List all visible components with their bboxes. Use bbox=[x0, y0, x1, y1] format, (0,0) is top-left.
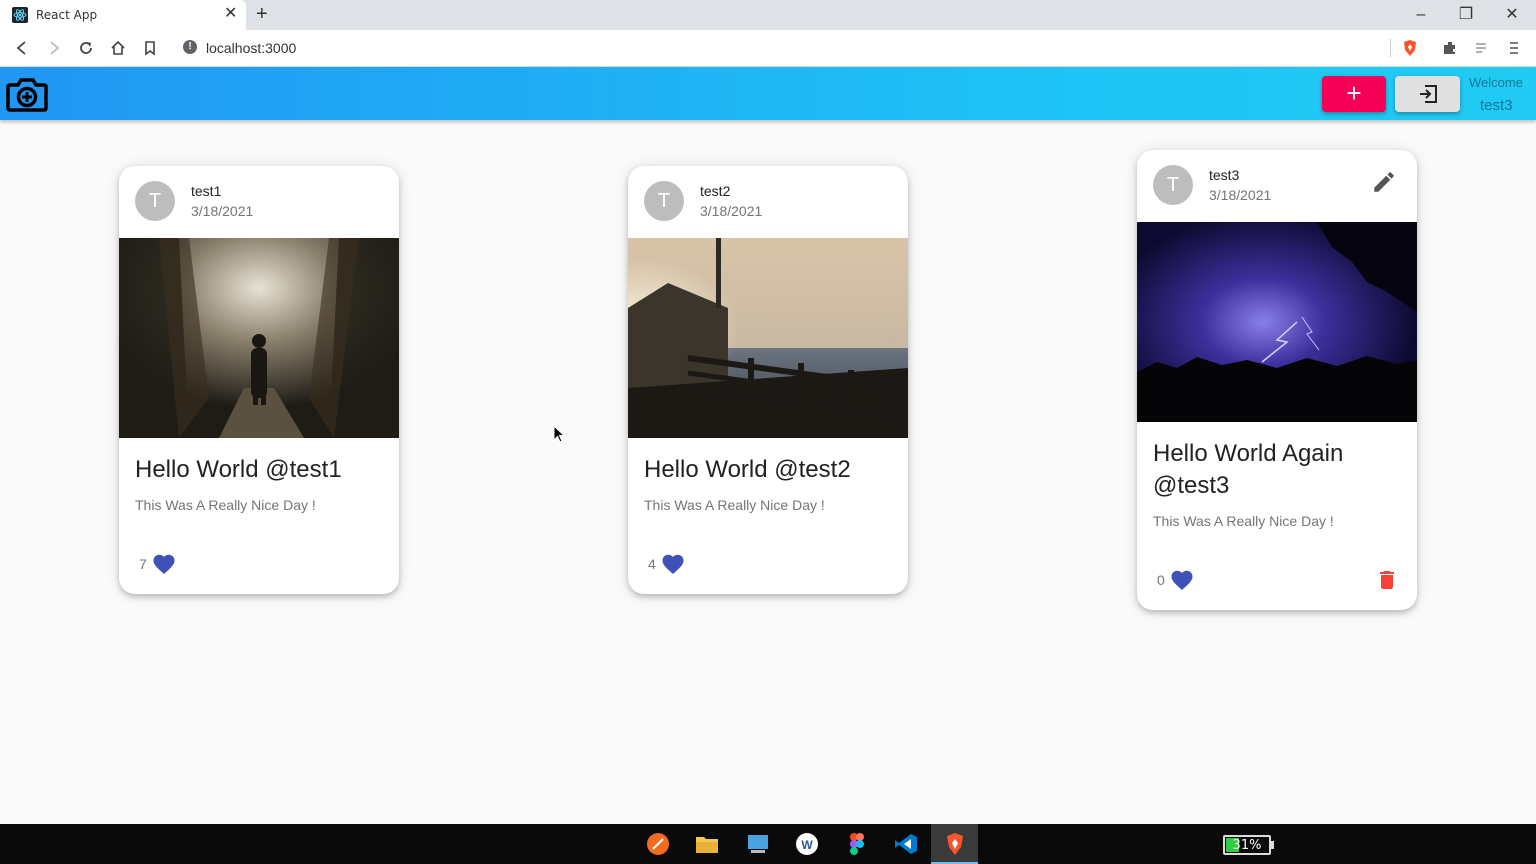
tab-close-icon[interactable]: ✕ bbox=[224, 6, 237, 22]
post-author: test2 bbox=[700, 183, 731, 199]
browser-tab[interactable]: React App ✕ bbox=[0, 0, 246, 30]
lightning-storm-photo bbox=[1137, 222, 1417, 422]
tab-title: React App bbox=[36, 8, 98, 22]
pier-house-photo bbox=[628, 238, 908, 438]
card-actions: 4 bbox=[628, 534, 908, 594]
site-info-icon[interactable]: ! bbox=[183, 40, 197, 54]
media-icon[interactable] bbox=[1473, 39, 1491, 57]
card-header: T test1 3/18/2021 bbox=[119, 166, 399, 238]
heart-icon[interactable] bbox=[1170, 569, 1194, 591]
post-card: T test2 3/18/2021 Hello World @test2 Thi… bbox=[628, 166, 908, 594]
card-header: T test3 3/18/2021 bbox=[1137, 150, 1417, 222]
post-date: 3/18/2021 bbox=[700, 203, 763, 219]
brave-shield-icon[interactable] bbox=[1401, 39, 1419, 57]
mouse-cursor-icon bbox=[553, 425, 565, 443]
battery-percent: 31% bbox=[1232, 838, 1262, 853]
logout-button[interactable] bbox=[1395, 76, 1460, 112]
toolbar-divider bbox=[1390, 39, 1391, 57]
restore-button[interactable]: ❐ bbox=[1456, 5, 1476, 25]
battery-nub bbox=[1271, 841, 1274, 849]
camera-logo-icon[interactable] bbox=[6, 75, 48, 113]
bookmark-icon[interactable] bbox=[141, 39, 159, 57]
svg-text:W: W bbox=[801, 838, 813, 852]
card-header: T test2 3/18/2021 bbox=[628, 166, 908, 238]
avatar: T bbox=[1153, 165, 1193, 205]
battery-indicator[interactable]: 31% bbox=[1223, 835, 1271, 855]
avatar: T bbox=[644, 181, 684, 221]
like-count: 4 bbox=[648, 556, 656, 572]
desktop-icon[interactable] bbox=[745, 832, 771, 856]
vscode-icon[interactable] bbox=[893, 832, 919, 856]
post-body: This Was A Really Nice Day ! bbox=[644, 497, 825, 513]
avatar: T bbox=[135, 181, 175, 221]
post-card: T test3 3/18/2021 Hello World Again @tes… bbox=[1137, 150, 1417, 610]
address-bar: ! localhost:3000 bbox=[0, 30, 1536, 67]
post-body: This Was A Really Nice Day ! bbox=[135, 497, 316, 513]
back-icon[interactable] bbox=[13, 39, 31, 57]
post-card: T test1 3/18/2021 Hello World @test1 Thi… bbox=[119, 166, 399, 594]
browser-icon[interactable] bbox=[645, 832, 671, 856]
post-author: test3 bbox=[1209, 167, 1240, 183]
react-logo-icon bbox=[12, 7, 28, 23]
post-date: 3/18/2021 bbox=[1209, 187, 1272, 203]
browser-tab-bar: React App ✕ + – ❐ ✕ bbox=[0, 0, 1536, 30]
card-actions: 0 bbox=[1137, 550, 1417, 610]
url-field[interactable]: localhost:3000 bbox=[206, 40, 296, 56]
heart-icon[interactable] bbox=[661, 553, 685, 575]
like-count: 0 bbox=[1157, 572, 1165, 588]
menu-icon[interactable] bbox=[1505, 39, 1523, 57]
current-username: test3 bbox=[1480, 97, 1513, 114]
add-post-button[interactable]: + bbox=[1322, 76, 1386, 112]
post-title: Hello World @test2 bbox=[644, 456, 851, 483]
post-date: 3/18/2021 bbox=[191, 203, 254, 219]
post-author: test1 bbox=[191, 183, 222, 199]
delete-icon[interactable] bbox=[1375, 568, 1399, 592]
minimize-button[interactable]: – bbox=[1411, 5, 1431, 25]
file-explorer-icon[interactable] bbox=[694, 832, 720, 856]
close-window-button[interactable]: ✕ bbox=[1502, 5, 1522, 25]
figma-icon[interactable] bbox=[844, 832, 870, 856]
heart-icon[interactable] bbox=[152, 553, 176, 575]
welcome-label: Welcome bbox=[1469, 75, 1523, 90]
card-actions: 7 bbox=[119, 534, 399, 594]
forward-icon[interactable] bbox=[45, 39, 63, 57]
logout-icon bbox=[1420, 85, 1437, 103]
forest-path-photo bbox=[119, 238, 399, 438]
edit-icon[interactable] bbox=[1371, 169, 1397, 195]
like-count: 7 bbox=[139, 556, 147, 572]
app-bar: + Welcome test3 bbox=[0, 67, 1536, 120]
reload-icon[interactable] bbox=[77, 39, 95, 57]
taskbar: W 31% bbox=[0, 824, 1536, 864]
home-icon[interactable] bbox=[109, 39, 127, 57]
post-title: Hello World Again @test3 bbox=[1153, 440, 1344, 499]
wordpad-icon[interactable]: W bbox=[794, 832, 820, 856]
post-title: Hello World @test1 bbox=[135, 456, 342, 483]
extensions-icon[interactable] bbox=[1441, 39, 1459, 57]
post-body: This Was A Really Nice Day ! bbox=[1153, 513, 1334, 529]
brave-icon[interactable] bbox=[942, 832, 968, 856]
new-tab-button[interactable]: + bbox=[256, 4, 268, 24]
